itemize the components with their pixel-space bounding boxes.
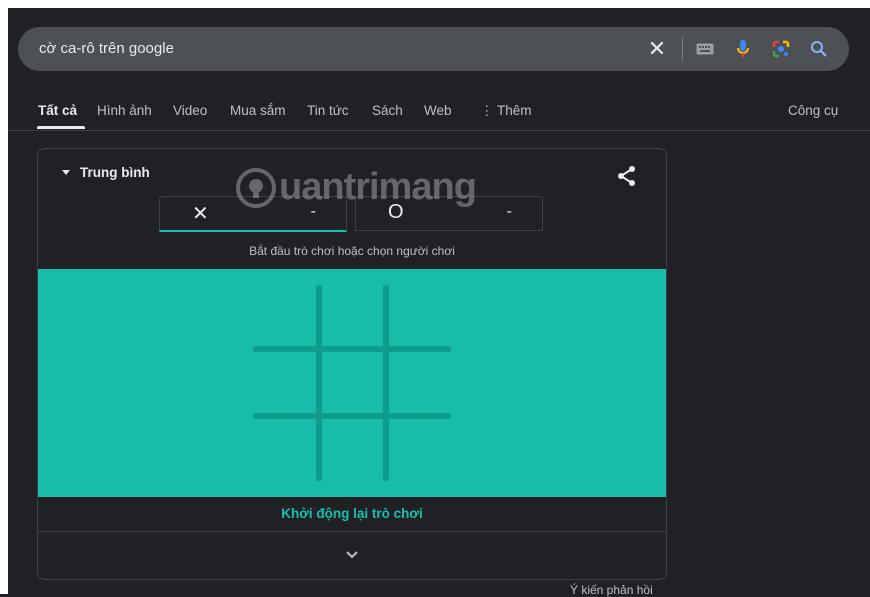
tabs-divider [8, 130, 870, 131]
active-tab-indicator [37, 126, 85, 129]
difficulty-label: Trung bình [80, 165, 150, 180]
player-o-score: - [506, 203, 512, 220]
feedback-link[interactable]: Ý kiến phản hồi [570, 583, 653, 597]
window-edge-left [0, 0, 8, 594]
search-input[interactable]: cờ ca-rô trên google [39, 40, 174, 57]
keyboard-icon[interactable] [694, 38, 716, 60]
dropdown-arrow-icon [62, 170, 70, 175]
window-edge-top [0, 0, 870, 8]
close-icon[interactable]: ✕ [646, 38, 668, 60]
google-lens-icon[interactable] [770, 38, 792, 60]
grid-line-horizontal [253, 346, 451, 352]
tab-all[interactable]: Tất cả [38, 103, 77, 118]
tab-news[interactable]: Tin tức [307, 103, 349, 118]
grid-line-vertical [316, 285, 322, 481]
grid-line-vertical [383, 285, 389, 481]
restart-game-button[interactable]: Khởi động lại trò chơi [38, 497, 666, 532]
game-hint: Bắt đầu trò chơi hoặc chọn người chơi [249, 244, 455, 258]
share-icon[interactable] [616, 165, 638, 187]
microphone-icon[interactable] [732, 38, 754, 60]
tab-shopping[interactable]: Mua sắm [230, 103, 286, 118]
x-mark-icon: ✕ [192, 203, 209, 225]
search-divider [682, 37, 683, 61]
tab-books[interactable]: Sách [372, 103, 403, 118]
watermark-logo: uantrimang [235, 166, 477, 209]
expand-button[interactable] [38, 532, 666, 578]
tools-button[interactable]: Công cụ [788, 103, 838, 118]
search-icon[interactable] [808, 38, 830, 60]
grid-line-horizontal [253, 413, 451, 419]
game-board[interactable] [38, 269, 666, 497]
tab-images[interactable]: Hình ảnh [97, 103, 152, 118]
chevron-down-icon [346, 551, 358, 559]
search-bar[interactable]: cờ ca-rô trên google ✕ [18, 27, 849, 71]
tab-video[interactable]: Video [173, 103, 207, 118]
difficulty-dropdown[interactable]: Trung bình [62, 165, 150, 180]
tab-web[interactable]: Web [424, 103, 452, 118]
watermark-text: uantrimang [279, 166, 477, 208]
tab-more[interactable]: ⋮ Thêm [480, 103, 532, 119]
tic-tac-toe-card: Trung bình ✕ - O - Bắt đầu trò chơi hoặc… [37, 148, 667, 580]
